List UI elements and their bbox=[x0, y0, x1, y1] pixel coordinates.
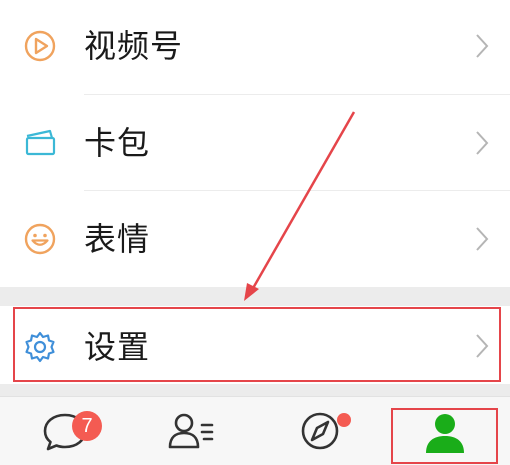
menu-item-label: 视频号 bbox=[84, 27, 184, 65]
chevron-right-icon bbox=[472, 224, 492, 254]
menu-item-label: 卡包 bbox=[84, 124, 151, 162]
chevron-right-icon bbox=[472, 331, 492, 361]
play-circle-icon bbox=[22, 28, 58, 64]
menu-item-label: 表情 bbox=[84, 220, 151, 258]
tab-me[interactable] bbox=[390, 397, 500, 465]
person-icon bbox=[426, 414, 464, 453]
chevron-right-icon bbox=[472, 128, 492, 158]
contacts-icon bbox=[168, 413, 214, 449]
menu-item-label: 设置 bbox=[84, 328, 151, 366]
card-wallet-icon bbox=[22, 125, 58, 161]
smiley-icon bbox=[22, 221, 58, 257]
menu-item-settings[interactable]: 设置 bbox=[0, 306, 510, 384]
chevron-right-icon bbox=[472, 31, 492, 61]
section-gap bbox=[0, 384, 510, 396]
menu-item-channels[interactable]: 视频号 bbox=[0, 0, 510, 94]
bottom-tab-bar: 7 bbox=[0, 396, 510, 465]
menu-item-card[interactable]: 卡包 bbox=[0, 95, 510, 190]
menu-item-stickers[interactable]: 表情 bbox=[0, 191, 510, 287]
section-gap bbox=[0, 287, 510, 306]
gear-icon bbox=[22, 329, 58, 365]
unread-badge: 7 bbox=[72, 411, 102, 441]
tab-chats[interactable]: 7 bbox=[10, 397, 120, 465]
tab-discover[interactable] bbox=[265, 397, 375, 465]
tab-contacts[interactable] bbox=[135, 397, 245, 465]
notification-dot bbox=[337, 413, 351, 427]
